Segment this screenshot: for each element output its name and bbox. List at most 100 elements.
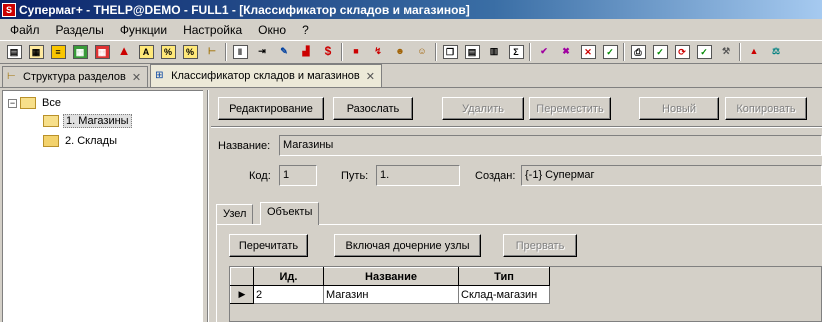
truck-icon: ■ [353, 46, 359, 56]
path-field[interactable]: 1. [376, 165, 460, 186]
menu-file[interactable]: Файл [4, 23, 48, 37]
column-name[interactable]: Название [323, 267, 459, 286]
toolbar-button[interactable]: ▟ [296, 42, 316, 62]
close-icon[interactable]: ✕ [132, 71, 141, 84]
toolbar-separator [623, 43, 625, 61]
toolbar-button[interactable]: ▲ [744, 42, 764, 62]
tree-node-label: 1. Магазины [63, 114, 132, 128]
tab-node[interactable]: Узел [216, 204, 254, 224]
cell-type[interactable]: Склад-магазин [458, 285, 550, 304]
move-icon: ⇥ [258, 46, 266, 56]
toolbar-button[interactable]: % [158, 42, 178, 62]
tree-node-stores[interactable]: 1. Магазины [43, 113, 132, 129]
toolbar-button[interactable]: ✓ [650, 42, 670, 62]
tree-node-root[interactable]: − Все [8, 95, 63, 111]
toolbar-button[interactable]: ⚒ [716, 42, 736, 62]
warning-icon: ▲ [749, 46, 759, 56]
tree-node-warehouses[interactable]: 2. Склады [43, 133, 119, 149]
move-button[interactable]: Переместить [529, 97, 611, 120]
toolbar-button[interactable]: ✕ [578, 42, 598, 62]
people-icon: ☻ [395, 46, 405, 56]
interrupt-button[interactable]: Прервать [503, 234, 577, 257]
document-tabs: ⊢ Структура разделов ✕ ⊞ Классификатор с… [0, 64, 822, 88]
barcode-icon: ‖ [232, 45, 248, 59]
toolbar-button[interactable]: ▥ [484, 42, 504, 62]
toolbar-button[interactable]: ▲ [114, 42, 134, 62]
table-icon: ▦ [72, 45, 88, 59]
menu-settings[interactable]: Настройка [175, 23, 250, 37]
toolbar-separator [341, 43, 343, 61]
chart-icon: ▟ [302, 46, 310, 56]
toolbar-button[interactable]: ✎ [274, 42, 294, 62]
title-bar: S Супермаг+ - THELP@DEMO - FULL1 - [Клас… [0, 0, 822, 19]
toolbar-button[interactable]: ⎙ [628, 42, 648, 62]
delete-button[interactable]: Удалить [442, 97, 524, 120]
route-icon: ↯ [374, 46, 382, 56]
tab-label: Классификатор складов и магазинов [171, 70, 360, 82]
edit-icon: ✎ [280, 46, 288, 56]
tab-warehouse-classifier[interactable]: ⊞ Классификатор складов и магазинов ✕ [150, 64, 382, 87]
toolbar-button[interactable]: ⟳ [672, 42, 692, 62]
edit-button[interactable]: Редактирование [218, 97, 324, 120]
tab-objects[interactable]: Объекты [260, 202, 320, 225]
close-icon[interactable]: ✕ [366, 70, 375, 83]
created-label: Создан: [475, 170, 516, 182]
cell-name[interactable]: Магазин [323, 285, 459, 304]
new-button[interactable]: Новый [639, 97, 719, 120]
verify-icon: ✓ [696, 45, 712, 59]
toolbar-button[interactable]: ☻ [390, 42, 410, 62]
approve-icon: ✓ [602, 45, 618, 59]
toolbar-button[interactable]: ▤ [462, 42, 482, 62]
toolbar-button[interactable]: ‖ [230, 42, 250, 62]
reread-button[interactable]: Перечитать [229, 234, 308, 257]
user-icon: ☺ [417, 46, 427, 56]
toolbar-button[interactable]: ☺ [412, 42, 432, 62]
toolbar-button[interactable]: $ [318, 42, 338, 62]
print-icon: ⎙ [630, 45, 646, 59]
menu-sections[interactable]: Разделы [48, 23, 112, 37]
toolbar-button[interactable]: ≡ [48, 42, 68, 62]
row-pointer-icon: ▶ [230, 285, 254, 304]
toolbar-button[interactable]: ▤ [4, 42, 24, 62]
window-title: Супермаг+ - THELP@DEMO - FULL1 - [Класси… [19, 2, 470, 17]
copy-button[interactable]: Копировать [725, 97, 807, 120]
created-field[interactable]: {-1} Супермаг [521, 165, 822, 186]
toolbar-button[interactable]: ❐ [440, 42, 460, 62]
header-row: Ид. Название Тип [230, 267, 550, 286]
document-icon: ▤ [6, 45, 22, 59]
toolbar-button[interactable]: ⊢ [202, 42, 222, 62]
toolbar-button[interactable]: ⚖ [766, 42, 786, 62]
toolbar-button[interactable]: A [136, 42, 156, 62]
table-row[interactable]: ▶ 2 Магазин Склад-магазин [230, 285, 550, 304]
percent-doc-icon: % [182, 45, 198, 59]
toolbar-button[interactable]: ✔ [534, 42, 554, 62]
menu-window[interactable]: Окно [250, 23, 294, 37]
app-icon: S [2, 2, 16, 17]
toolbar-button[interactable]: ■ [346, 42, 366, 62]
toolbar-button[interactable]: ▦ [26, 42, 46, 62]
menu-help[interactable]: ? [294, 23, 317, 37]
name-field[interactable]: Магазины [279, 135, 822, 156]
toolbar-button[interactable]: ▦ [70, 42, 90, 62]
code-field[interactable]: 1 [279, 165, 317, 186]
toolbar-button[interactable]: ▦ [92, 42, 112, 62]
check-icon: ✔ [540, 46, 548, 56]
include-children-button[interactable]: Включая дочерние узлы [334, 234, 481, 257]
toolbar-button[interactable]: Σ [506, 42, 526, 62]
column-type[interactable]: Тип [458, 267, 550, 286]
send-button[interactable]: Разослать [333, 97, 413, 120]
toolbar-button[interactable]: ⇥ [252, 42, 272, 62]
column-id[interactable]: Ид. [253, 267, 324, 286]
toolbar-button[interactable]: ✓ [600, 42, 620, 62]
tree-node-label: 2. Склады [65, 135, 117, 147]
cell-id[interactable]: 2 [253, 285, 324, 304]
objects-table: Ид. Название Тип ▶ 2 Магазин Склад-магаз… [230, 267, 550, 304]
toolbar-button[interactable]: ↯ [368, 42, 388, 62]
menu-functions[interactable]: Функции [112, 23, 175, 37]
toolbar-button[interactable]: ✖ [556, 42, 576, 62]
collapse-icon[interactable]: − [8, 98, 17, 108]
toolbar-button[interactable]: % [180, 42, 200, 62]
folder-open-icon [20, 97, 36, 109]
tab-sections-structure[interactable]: ⊢ Структура разделов ✕ [2, 66, 149, 87]
toolbar-button[interactable]: ✓ [694, 42, 714, 62]
